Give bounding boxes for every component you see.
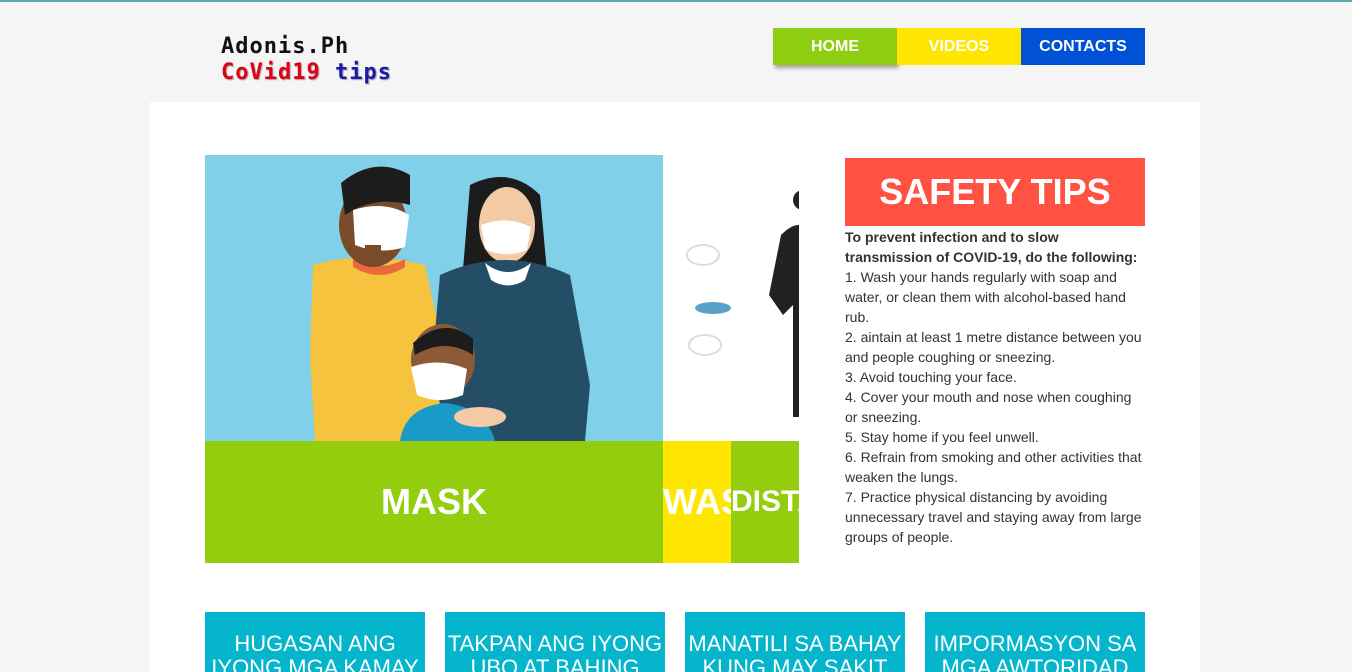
logo-tips-text: tips	[334, 60, 392, 85]
card-authority-info[interactable]: IMPORMASYON SA MGA AWTORIDAD	[925, 612, 1145, 672]
slide-mask[interactable]: MASK	[205, 155, 663, 563]
logo-covid-text: CoVid19	[221, 60, 321, 85]
safety-tip-item: 2. aintain at least 1 metre distance bet…	[845, 329, 1142, 365]
safety-tips-intro: To prevent infection and to slow transmi…	[845, 229, 1138, 265]
site-logo[interactable]: Adonis.Ph CoVid19 tips	[221, 34, 392, 86]
safety-tips-text: To prevent infection and to slow transmi…	[845, 227, 1145, 547]
safety-tip-item: 3. Avoid touching your face.	[845, 369, 1017, 385]
safety-tip-item: 1. Wash your hands regularly with soap a…	[845, 269, 1126, 325]
logo-title: Adonis.Ph	[221, 34, 350, 59]
safety-tip-item: 5. Stay home if you feel unwell.	[845, 429, 1039, 445]
wash-illustration	[663, 155, 731, 441]
info-cards: HUGASAN ANG IYONG MGA KAMAY TAKPAN ANG I…	[205, 612, 1145, 672]
safety-tip-item: 6. Refrain from smoking and other activi…	[845, 449, 1142, 485]
safety-tip-item: 7. Practice physical distancing by avoid…	[845, 489, 1142, 545]
card-stay-home[interactable]: MANATILI SA BAHAY KUNG MAY SAKIT	[685, 612, 905, 672]
hero-slider[interactable]: MASK WASH DISTANCE	[205, 155, 799, 563]
slide-distance[interactable]: DISTANCE	[731, 155, 799, 563]
slide-caption-mask: MASK	[205, 441, 663, 563]
logo-subtitle: CoVid19 tips	[221, 60, 392, 86]
card-cover-cough[interactable]: TAKPAN ANG IYONG UBO AT BAHING	[445, 612, 665, 672]
slide-caption-wash: WASH	[663, 441, 731, 563]
nav-videos-button[interactable]: VIDEOS	[897, 28, 1021, 65]
distance-illustration	[731, 155, 799, 441]
card-wash-hands[interactable]: HUGASAN ANG IYONG MGA KAMAY	[205, 612, 425, 672]
safety-tip-item: 4. Cover your mouth and nose when coughi…	[845, 389, 1132, 425]
slide-caption-distance: DISTANCE	[731, 441, 799, 563]
family-mask-illustration	[205, 155, 663, 441]
slide-wash[interactable]: WASH	[663, 155, 731, 563]
main-nav: HOME VIDEOS CONTACTS	[773, 28, 1145, 65]
nav-home-button[interactable]: HOME	[773, 28, 897, 65]
safety-tips-title: SAFETY TIPS	[845, 158, 1145, 226]
nav-contacts-button[interactable]: CONTACTS	[1021, 28, 1145, 65]
